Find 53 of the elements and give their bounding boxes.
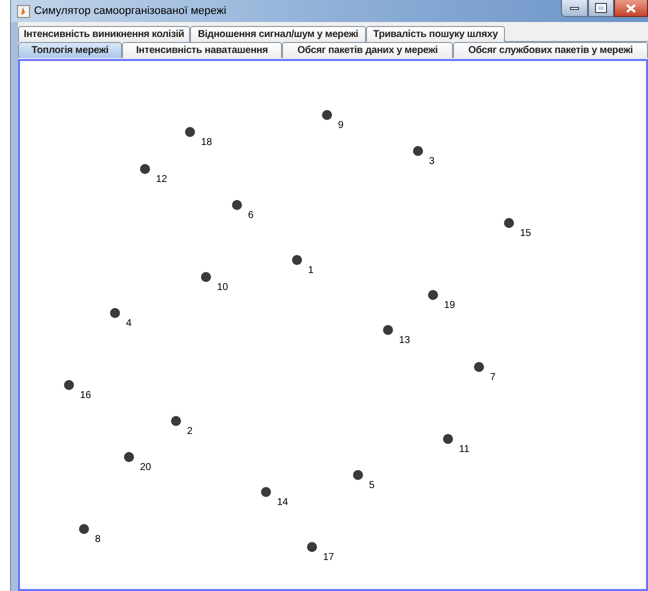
window-title: Симулятор самоорганізованої мережі	[34, 4, 226, 19]
network-node	[413, 146, 423, 156]
tab[interactable]: Тривалість пошуку шляху	[366, 26, 505, 42]
node-label: 5	[369, 480, 375, 491]
tab[interactable]: Відношення сигнал/шум у мережі	[190, 26, 366, 42]
node-label: 4	[126, 318, 132, 329]
node-label: 20	[140, 462, 152, 473]
network-node	[201, 272, 211, 282]
network-node	[504, 218, 514, 228]
app-icon	[17, 4, 30, 18]
node-label: 18	[201, 137, 212, 148]
node-label: 10	[217, 282, 228, 293]
node-label: 1	[308, 265, 314, 276]
network-node	[110, 308, 120, 318]
network-node	[322, 110, 332, 120]
tab[interactable]: Інтенсивність наваташення	[122, 42, 282, 58]
node-label: 8	[95, 534, 101, 545]
node-label: 9	[338, 120, 344, 131]
node-label: 2	[187, 426, 193, 437]
tab[interactable]: Топлогія мережі	[18, 42, 122, 58]
network-node	[383, 325, 393, 335]
node-label: 7	[490, 372, 496, 383]
network-node	[261, 487, 271, 497]
node-label: 16	[80, 390, 92, 401]
network-node	[428, 290, 438, 300]
network-node	[64, 380, 74, 390]
network-node	[353, 470, 363, 480]
network-node	[307, 542, 317, 552]
network-node	[124, 452, 134, 462]
close-button[interactable]	[614, 0, 648, 17]
network-node	[443, 434, 453, 444]
node-label: 13	[399, 335, 410, 346]
node-label: 11	[459, 444, 470, 455]
node-label: 15	[520, 228, 532, 239]
node-label: 12	[156, 174, 168, 185]
network-node	[185, 127, 195, 137]
network-node	[171, 416, 181, 426]
network-node	[292, 255, 302, 265]
close-icon	[626, 4, 636, 12]
network-node	[79, 524, 89, 534]
node-label: 6	[248, 210, 254, 221]
node-label: 14	[277, 497, 288, 508]
node-label: 17	[323, 552, 334, 563]
tab[interactable]: Обсяг пакетів даних у мережі	[282, 42, 453, 58]
minimize-button[interactable]	[561, 0, 588, 17]
tab[interactable]: Інтенсивність виникнення колізій	[18, 26, 190, 42]
tab[interactable]: Обсяг службових пакетів у мережі	[453, 42, 648, 58]
maximize-button[interactable]	[588, 0, 614, 17]
node-label: 3	[429, 156, 435, 167]
node-label: 19	[444, 300, 456, 311]
network-node	[140, 164, 150, 174]
network-node	[474, 362, 484, 372]
network-node	[232, 200, 242, 210]
